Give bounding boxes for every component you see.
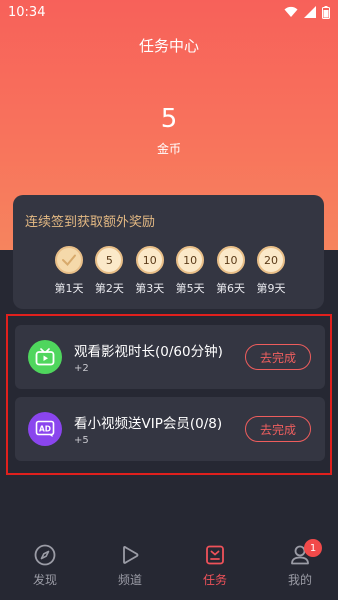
signin-day[interactable]: 10 第3天 <box>134 246 166 296</box>
complete-task-button[interactable]: 去完成 <box>245 416 311 442</box>
signin-day-value: 5 <box>95 246 124 274</box>
page-title: 任务中心 <box>138 37 199 55</box>
wifi-icon <box>284 6 298 17</box>
signin-day-label: 第2天 <box>94 282 124 295</box>
signin-day-label: 第9天 <box>256 282 286 295</box>
coin-label: 金币 <box>156 142 181 156</box>
signin-day[interactable]: 20 第9天 <box>255 246 287 296</box>
tab-channel[interactable]: 频道 <box>104 533 156 600</box>
tv-play-icon <box>28 340 62 374</box>
signin-day-value: 10 <box>135 246 164 274</box>
signin-day[interactable]: 10 第5天 <box>174 246 206 296</box>
tab-label: 任务 <box>202 573 227 587</box>
status-bar: 10:34 <box>0 0 338 24</box>
signin-day-label: 第5天 <box>175 282 205 295</box>
signin-day-value: 10 <box>176 246 205 274</box>
bottom-tab-bar: 发现 频道 任务 1 我的 <box>0 533 338 600</box>
signin-day-label: 第6天 <box>216 282 246 295</box>
task-reward: +5 <box>74 435 89 446</box>
task-name: 看小视频送VIP会员(0/8) <box>74 416 223 432</box>
signin-card: 连续签到获取额外奖励 第1天 5 第2天 10 第3天 10 第5天 10 第6… <box>13 195 324 309</box>
signin-day[interactable]: 第1天 <box>53 246 85 296</box>
task-name: 观看影视时长(0/60分钟) <box>74 344 223 360</box>
complete-task-button[interactable]: 去完成 <box>245 344 311 370</box>
ad-icon: AD <box>28 412 62 446</box>
tab-label: 频道 <box>117 573 142 587</box>
signin-day-circle <box>55 246 83 274</box>
signin-day-label: 第1天 <box>54 282 84 295</box>
signin-day-value: 20 <box>256 246 285 274</box>
notification-badge: 1 <box>304 539 322 557</box>
play-icon <box>123 546 139 564</box>
signal-icon <box>304 6 316 18</box>
signin-day-label: 第3天 <box>135 282 165 295</box>
signin-day-value: 10 <box>216 246 245 274</box>
signin-day[interactable]: 10 第6天 <box>215 246 247 296</box>
task-reward: +2 <box>74 363 89 374</box>
battery-icon <box>322 5 330 19</box>
svg-text:AD: AD <box>39 424 51 433</box>
signin-day[interactable]: 5 第2天 <box>93 246 125 296</box>
tab-tasks[interactable]: 任务 <box>189 533 241 600</box>
task-item-short-video-vip: AD 看小视频送VIP会员(0/8) +5 去完成 <box>15 397 325 461</box>
tab-discover[interactable]: 发现 <box>19 533 71 600</box>
coin-balance: 5 <box>160 104 178 134</box>
signin-day-row: 第1天 5 第2天 10 第3天 10 第5天 10 第6天 20 第9天 <box>23 246 314 296</box>
task-item-watch-video: 观看影视时长(0/60分钟) +2 去完成 <box>15 325 325 389</box>
check-icon <box>62 254 76 266</box>
compass-icon <box>34 544 56 566</box>
task-list: 观看影视时长(0/60分钟) +2 去完成 AD 看小视频送VIP会员(0/8)… <box>6 314 332 475</box>
signin-title: 连续签到获取额外奖励 <box>25 215 156 230</box>
tab-label: 我的 <box>287 573 312 587</box>
status-time: 10:34 <box>8 4 46 20</box>
tab-label: 发现 <box>32 573 57 587</box>
task-icon <box>206 545 224 565</box>
tab-me[interactable]: 1 我的 <box>274 533 326 600</box>
